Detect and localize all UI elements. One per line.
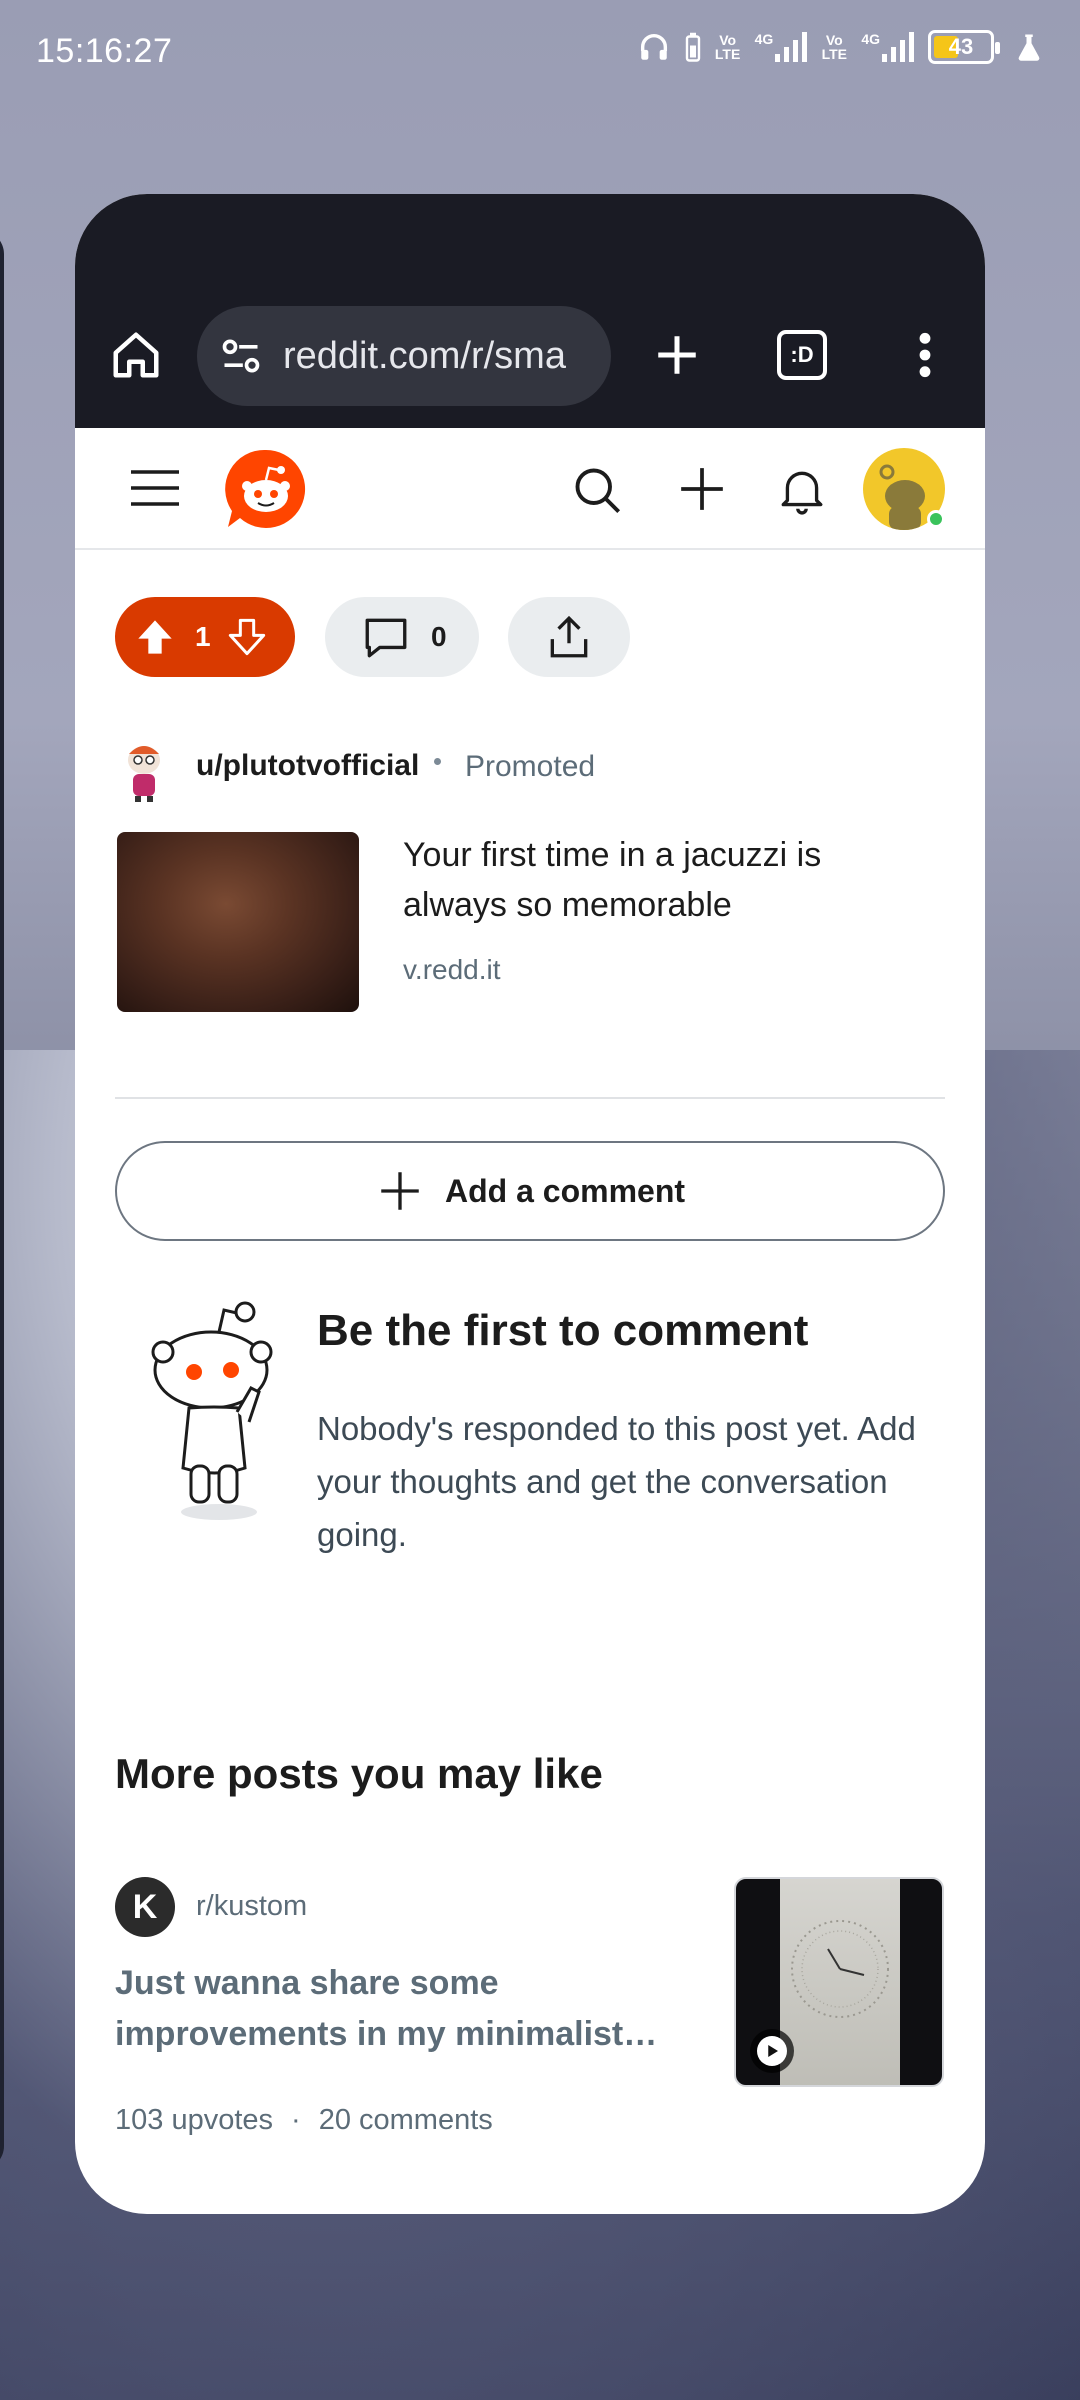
share-icon [550,615,588,658]
recommended-post-thumbnail[interactable] [734,1877,944,2087]
address-bar[interactable]: reddit.com/r/sma [197,306,611,406]
home-icon[interactable] [109,328,163,382]
separator-dot [434,758,441,765]
promoted-post-title[interactable]: Your first time in a jacuzzi is always s… [403,830,923,930]
divider [115,1097,945,1099]
recommended-post-meta: 103 upvotes · 20 comments [115,2104,493,2137]
empty-state-body: Nobody's responded to this post yet. Add… [317,1410,916,1553]
browser-app-card[interactable]: reddit.com/r/sma :D 1 0 u/plutotvofficia… [75,194,985,2214]
status-time: 15:16:27 [36,32,173,70]
url-text[interactable]: reddit.com/r/sma [283,335,566,378]
thinking-snoo-illustration [149,1300,279,1520]
promoted-post-thumbnail[interactable] [117,832,359,1012]
downvote-arrow-icon[interactable] [227,617,267,657]
upvote-arrow-icon[interactable] [135,617,175,657]
network-type-1: 4G [754,31,774,47]
upvote-count: 103 upvotes [115,2104,274,2136]
signal-1: 4G [755,32,808,62]
new-tab-icon[interactable] [652,330,702,380]
video-play-icon [750,2029,794,2073]
battery-level: 43 [948,34,974,59]
promoted-label: Promoted [465,750,596,783]
more-vert-icon[interactable] [915,330,935,380]
previous-app-card-edge[interactable] [0,230,4,2170]
subreddit-name[interactable]: r/kustom [196,1890,307,1923]
add-comment-label: Add a comment [444,1172,686,1209]
comment-bubble-icon [365,618,407,658]
promoted-post-domain[interactable]: v.redd.it [403,954,501,986]
signal-bars-icon [882,32,914,62]
search-icon[interactable] [571,464,623,516]
vote-count: 1 [195,621,211,652]
comments-button[interactable]: 0 [325,597,479,677]
signal-bars-icon [775,32,808,62]
online-status-dot [927,510,945,528]
tune-icon[interactable] [219,334,263,378]
advertiser-username[interactable]: u/plutotvofficial [196,749,419,783]
subreddit-icon[interactable]: K [115,1877,175,1937]
create-post-icon[interactable] [677,464,727,514]
battery-icon: 43 [928,30,1000,64]
network-type-2: 4G [861,31,880,47]
advertiser-avatar[interactable] [119,740,169,802]
volte-label-1: Vo LTE [714,32,741,62]
notifications-bell-icon[interactable] [777,464,827,516]
browser-toolbar: reddit.com/r/sma :D [75,194,985,428]
comments-count: 20 comments [318,2104,493,2136]
headphones-icon [637,30,671,64]
tab-switcher-icon[interactable]: :D [777,330,827,380]
hamburger-menu-icon[interactable] [131,468,179,508]
signal-2: 4G [861,32,914,62]
add-comment-button[interactable]: Add a comment [115,1141,945,1241]
meta-separator: · [291,2104,301,2136]
reddit-header [75,428,985,550]
share-button[interactable] [508,597,630,677]
volte-label-2: Vo LTE [821,32,848,62]
status-icons: Vo LTE 4G Vo LTE 4G 43 [637,30,1044,64]
status-bar: 15:16:27 Vo LTE 4G Vo LTE 4G 43 [0,0,1080,110]
battery-saver-icon [685,32,701,62]
plus-icon [381,1172,419,1210]
vote-control: 1 [115,597,295,677]
flask-icon [1014,31,1044,63]
empty-state-title: Be the first to comment [317,1306,809,1355]
comment-count: 0 [431,621,447,652]
clock-widget-preview [780,1879,900,2085]
recommended-post-title[interactable]: Just wanna share some improvements in my… [115,1958,665,2060]
more-posts-heading: More posts you may like [115,1750,603,1797]
reddit-logo[interactable] [225,448,307,530]
